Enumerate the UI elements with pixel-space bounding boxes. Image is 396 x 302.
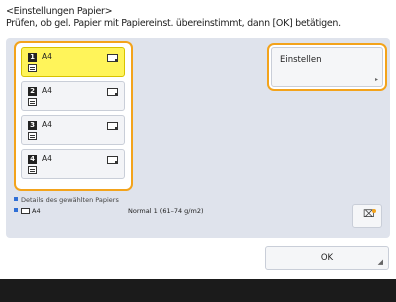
paper-stack-icon <box>28 166 37 174</box>
header: <Einstellungen Papier> Prüfen, ob gel. P… <box>6 6 392 30</box>
tray-number-2: 2 <box>28 87 37 96</box>
bullet-icon <box>14 208 18 212</box>
tray-number-3: 3 <box>28 121 37 130</box>
tray-size-label: A4 <box>42 52 52 61</box>
tray-3-button[interactable]: 3 A4 <box>21 115 125 145</box>
tray-4-button[interactable]: 4 A4 <box>21 149 125 179</box>
corner-arrow-icon: ▸ <box>374 76 378 83</box>
paper-stack-icon <box>28 98 37 106</box>
settings-button-label: Einstellen <box>280 55 322 65</box>
details-heading: Details des gewählten Papiers <box>14 196 119 204</box>
tray-size-label: A4 <box>42 86 52 95</box>
corner-arrow-icon: ◢ <box>377 258 383 266</box>
tray-size-label: A4 <box>42 120 52 129</box>
tray-2-button[interactable]: 2 A4 <box>21 81 125 111</box>
details-paper-type: Normal 1 (61–74 g/m2) <box>128 207 204 215</box>
ok-button[interactable]: OK ◢ <box>265 246 389 270</box>
tray-size-label: A4 <box>42 154 52 163</box>
instruction-text: Prüfen, ob gel. Papier mit Papiereinst. … <box>6 18 341 29</box>
bottom-status-bar <box>0 279 396 302</box>
bullet-icon <box>14 197 18 201</box>
settings-button[interactable]: Einstellen ▸ <box>271 47 383 87</box>
paper-sheet-icon <box>107 122 118 130</box>
paper-settings-icon-button[interactable]: ⌧ <box>352 204 382 228</box>
paper-stack-icon <box>28 64 37 72</box>
details-heading-text: Details des gewählten Papiers <box>21 196 119 204</box>
paper-size-icon <box>21 208 30 214</box>
indicator-dot <box>372 209 376 213</box>
tray-number-4: 4 <box>28 155 37 164</box>
paper-stack-icon <box>28 132 37 140</box>
details-size: A4 <box>32 207 41 215</box>
tray-number-1: 1 <box>28 53 37 62</box>
details-row: A4 Normal 1 (61–74 g/m2) <box>14 207 204 215</box>
paper-sheet-icon <box>107 88 118 96</box>
page-title: <Einstellungen Papier> <box>6 6 113 17</box>
tray-1-button[interactable]: 1 A4 <box>21 47 125 77</box>
paper-sheet-icon <box>107 156 118 164</box>
ok-button-label: OK <box>320 253 334 263</box>
paper-sheet-icon <box>107 54 118 62</box>
